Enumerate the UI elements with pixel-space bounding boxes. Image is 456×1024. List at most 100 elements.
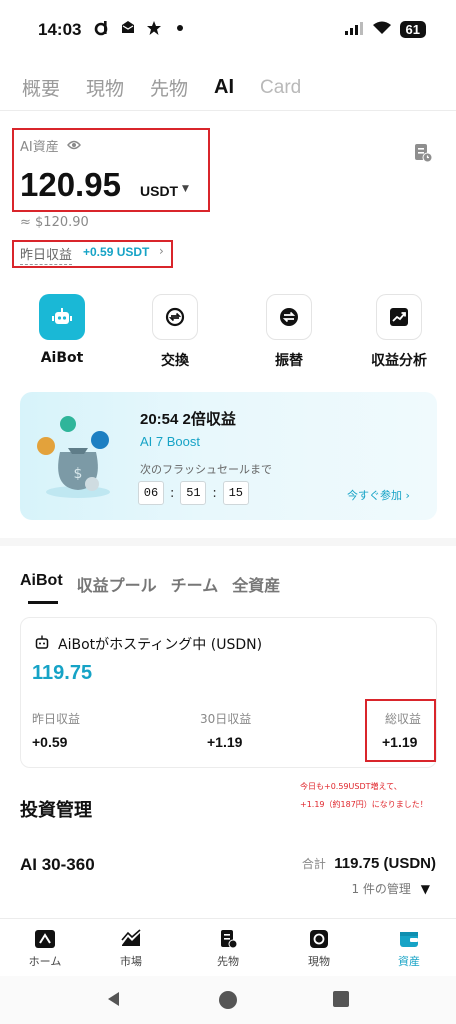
nav-item-assets[interactable]: 資産	[374, 929, 444, 969]
stat-label-total: 総収益	[385, 712, 422, 726]
tab-overview[interactable]: 概要	[22, 74, 60, 101]
tab-card[interactable]: Card	[260, 77, 301, 99]
robot-icon	[34, 634, 50, 650]
stat-label-yesterday: 昨日収益	[32, 712, 81, 726]
wifi-icon	[372, 20, 392, 39]
quick-action-aibot[interactable]: AiBot	[27, 294, 97, 366]
plan-total-value: 119.75 (USDN)	[334, 855, 436, 872]
active-tab-indicator	[28, 601, 58, 604]
status-bar: 14:03 61	[0, 0, 456, 64]
annotation-note: 今日も+0.59USDT増えて、 +1.19（約187円）になりました！	[300, 778, 428, 814]
chevron-down-icon[interactable]: ▼	[182, 184, 189, 194]
battery-indicator: 61	[399, 21, 426, 38]
top-tabs-divider	[0, 110, 456, 111]
yesterday-yield-value[interactable]: +0.59 USDT	[83, 245, 149, 259]
subtab-team[interactable]: チーム	[171, 572, 219, 596]
nav-label: 資産	[398, 955, 420, 968]
quick-action-label: AiBot	[40, 350, 84, 366]
asset-label: AI資産	[20, 136, 81, 155]
stat-label-30days: 30日収益	[200, 712, 252, 726]
notification-icons	[94, 20, 188, 36]
promo-subtitle: AI 7 Boost	[140, 434, 200, 449]
subtab-aibot[interactable]: AiBot	[20, 572, 63, 596]
nav-label: ホーム	[28, 955, 62, 968]
mail-icon	[120, 20, 136, 36]
app-d-icon	[94, 20, 110, 36]
tab-ai[interactable]: AI	[214, 76, 234, 99]
futures-document-icon	[217, 929, 239, 949]
promo-countdown-label: 次のフラッシュセールまで	[140, 463, 272, 476]
subtab-yield-pool[interactable]: 収益プール	[77, 572, 157, 596]
stat-value-30days: +1.19	[207, 734, 243, 750]
money-bag-illustration: $	[30, 408, 126, 504]
nav-item-futures[interactable]: 先物	[193, 929, 263, 969]
home-logo-icon	[34, 929, 56, 949]
sub-tabs: AiBot 収益プール チーム 全資産	[20, 572, 280, 596]
promo-countdown: 06 : 51 : 15	[138, 481, 249, 505]
history-document-icon[interactable]	[412, 142, 434, 164]
subtab-all-assets[interactable]: 全資産	[232, 572, 280, 596]
nav-item-spot[interactable]: 現物	[284, 929, 354, 969]
quick-action-transfer[interactable]: 振替	[254, 294, 324, 370]
exchange-icon	[152, 294, 198, 340]
chart-up-icon	[376, 294, 422, 340]
dot-icon	[172, 20, 188, 36]
annotation-line-2: +1.19（約187円）になりました！	[300, 800, 428, 809]
stat-value-total: +1.19	[382, 734, 418, 750]
section-gap	[0, 538, 456, 546]
nav-label: 現物	[308, 955, 330, 968]
nav-label: 先物	[217, 955, 239, 968]
stat-value-yesterday: +0.59	[32, 734, 68, 750]
countdown-separator: :	[170, 485, 175, 501]
countdown-minutes: 51	[180, 481, 207, 505]
asset-unit-selector[interactable]: USDT	[140, 183, 178, 199]
eye-icon[interactable]	[66, 139, 81, 153]
home-circle-icon[interactable]	[218, 990, 238, 1014]
quick-action-yield-analysis[interactable]: 収益分析	[362, 294, 436, 370]
bottom-nav: ホーム 市場 先物 現物 資産	[0, 918, 456, 976]
spot-exchange-icon	[308, 929, 330, 949]
plan-manage-dropdown[interactable]: 1 件の管理 ▼	[351, 880, 430, 897]
countdown-seconds: 15	[222, 481, 249, 505]
promo-title: 20:54 2倍収益	[140, 411, 236, 428]
countdown-hours: 06	[138, 481, 164, 505]
chevron-right-icon[interactable]: ›	[159, 244, 164, 258]
asset-value: 120.95	[20, 166, 121, 203]
plan-total-label: 合計	[301, 857, 326, 871]
recents-square-icon[interactable]	[332, 990, 350, 1012]
plan-manage-label: 1 件の管理	[351, 882, 411, 896]
plan-total: 合計 119.75 (USDN)	[302, 855, 436, 872]
quick-action-label: 交換	[161, 353, 189, 369]
aibot-hosting-amount: 119.75	[32, 662, 93, 684]
aibot-card-title: AiBotがホスティング中 (USDN)	[58, 637, 263, 653]
system-icons: 61	[344, 20, 426, 39]
join-now-link[interactable]: 今すぐ参加 ›	[347, 487, 410, 503]
join-now-label: 今すぐ参加	[347, 489, 402, 502]
quick-action-exchange[interactable]: 交換	[140, 294, 210, 370]
svg-text:$: $	[74, 466, 83, 482]
signal-icon	[344, 20, 364, 39]
transfer-icon	[266, 294, 312, 340]
nav-label: 市場	[120, 955, 142, 968]
app-star-icon	[146, 20, 162, 36]
back-icon[interactable]	[105, 990, 123, 1012]
asset-label-text: AI資産	[20, 140, 59, 155]
wallet-icon	[398, 929, 420, 949]
quick-action-label: 振替	[275, 353, 303, 369]
top-tabs: 概要 現物 先物 AI Card	[22, 74, 301, 101]
nav-item-home[interactable]: ホーム	[10, 929, 80, 969]
annotation-line-1: 今日も+0.59USDT増えて、	[300, 782, 402, 791]
total-yield-highlight-box	[365, 699, 436, 762]
tab-spot[interactable]: 現物	[86, 74, 124, 101]
nav-item-market[interactable]: 市場	[96, 929, 166, 969]
market-chart-icon	[120, 929, 142, 949]
investment-section-title: 投資管理	[20, 800, 92, 821]
chevron-right-icon: ›	[405, 489, 410, 502]
robot-icon	[39, 294, 85, 340]
quick-action-label: 収益分析	[371, 353, 427, 369]
yesterday-yield-label[interactable]: 昨日収益	[20, 244, 73, 265]
asset-approx-value: ≈ $120.90	[20, 215, 89, 230]
plan-name: AI 30-360	[20, 855, 95, 874]
tab-futures[interactable]: 先物	[150, 74, 188, 101]
countdown-separator: :	[212, 485, 217, 501]
